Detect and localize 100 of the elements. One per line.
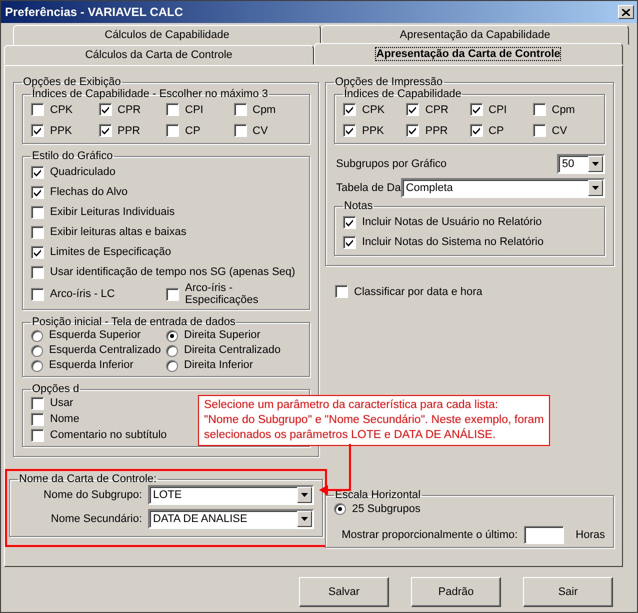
radio-label: 25 Subgrupos: [352, 502, 420, 514]
group-title: Notas: [343, 200, 374, 212]
input-field[interactable]: [524, 526, 564, 544]
checkbox-label: Flechas do Alvo: [50, 186, 128, 198]
radio-label: Esquerda Inferior: [49, 361, 134, 370]
checkbox[interactable]: [98, 124, 112, 137]
checkbox[interactable]: [31, 186, 44, 198]
checkbox-label: Arco-íris - Especificações: [185, 282, 260, 306]
tab[interactable]: Cálculos da Carta de Controle: [4, 45, 314, 65]
checkbox[interactable]: [343, 236, 356, 248]
close-icon: [622, 8, 630, 16]
checkbox[interactable]: [31, 428, 44, 442]
checkbox[interactable]: [234, 124, 246, 137]
checkbox-label: Arco-íris - LC: [50, 288, 115, 300]
group-title: Opções de Impressão: [334, 76, 444, 88]
group-title: Índices de Capabilidade: [343, 88, 462, 100]
checkbox[interactable]: [31, 266, 44, 278]
check-icon: [345, 238, 354, 246]
checkbox-label: Cpm: [252, 104, 276, 116]
checkbox[interactable]: [343, 103, 356, 116]
radio-button[interactable]: [166, 344, 178, 356]
radio-label: Esquerda Centralizado: [49, 346, 161, 355]
dropdown[interactable]: Completa: [400, 178, 605, 198]
group-title: Índices de Capabilidade - Escolher no máximo 3: [31, 88, 270, 100]
check-icon: [100, 105, 110, 114]
check-icon: [33, 126, 42, 135]
close-button[interactable]: [618, 5, 634, 19]
checkbox[interactable]: [166, 124, 179, 137]
checkbox-label: CPR: [118, 104, 141, 116]
checkbox[interactable]: [31, 226, 44, 238]
dropdown[interactable]: LOTE: [148, 485, 314, 505]
checkbox-label: Exibir Leituras Individuais: [50, 206, 175, 218]
radio-button[interactable]: [31, 360, 43, 372]
check-icon: [345, 126, 354, 135]
checkbox[interactable]: [406, 103, 420, 116]
checkbox[interactable]: [532, 103, 546, 116]
checkbox[interactable]: [470, 103, 482, 116]
checkbox-label: CPK: [50, 104, 73, 116]
tab[interactable]: Cálculos de Capabilidade: [13, 25, 321, 45]
checkbox[interactable]: [166, 288, 179, 300]
field-label: Mostrar proporcionalmente o último:: [342, 529, 518, 541]
checkbox[interactable]: [31, 103, 44, 116]
checkbox[interactable]: [343, 124, 356, 137]
checkbox-label: Classificar por data e hora: [354, 286, 482, 298]
check-icon: [408, 126, 418, 135]
checkbox-label: CPI: [185, 104, 204, 116]
dialog-button[interactable]: Padrão: [411, 577, 501, 607]
checkbox-label: Quadriculado: [50, 166, 116, 178]
group-title: Opções d: [31, 383, 80, 395]
checkbox[interactable]: [166, 103, 179, 116]
checkbox[interactable]: [31, 166, 44, 178]
checkbox-label: CP: [488, 124, 504, 136]
checkbox[interactable]: [98, 103, 112, 116]
check-icon: [472, 126, 480, 135]
checkbox[interactable]: [470, 124, 482, 137]
radio-label: Direita Inferior: [184, 361, 254, 370]
group-title: Nome da Carta de Controle:: [18, 473, 158, 485]
checkbox-label: PPK: [362, 124, 384, 136]
checkbox-label: Comentario no subtítulo: [50, 429, 167, 441]
checkbox[interactable]: [532, 124, 546, 137]
checkbox[interactable]: [31, 396, 44, 410]
check-icon: [345, 105, 354, 114]
check-icon: [33, 188, 42, 196]
dropdown[interactable]: DATA DE ANALISE: [148, 509, 314, 529]
field-label: Tabela de Da: [336, 182, 401, 194]
checkbox[interactable]: [31, 206, 44, 218]
unit-label: Horas: [576, 529, 605, 541]
checkbox[interactable]: [343, 216, 356, 228]
group-title: Opções de Exibição: [22, 76, 122, 88]
check-icon: [33, 168, 42, 176]
radio-button[interactable]: [31, 330, 43, 342]
dropdown[interactable]: 50: [557, 154, 605, 174]
checkbox-label: CP: [185, 124, 200, 136]
check-icon: [33, 248, 42, 256]
radio-button[interactable]: [166, 360, 178, 372]
check-icon: [345, 218, 354, 226]
dialog-button[interactable]: Sair: [523, 577, 613, 607]
tab[interactable]: Apresentação da Capabilidade: [321, 25, 629, 45]
checkbox-label: Incluir Notas de Usuário no Relatório: [362, 216, 542, 228]
checkbox[interactable]: [31, 412, 44, 426]
checkbox-label: Usar: [50, 397, 74, 409]
checkbox-label: Cpm: [552, 104, 575, 116]
checkbox-label: PPK: [50, 124, 72, 136]
dialog-button[interactable]: Salvar: [299, 577, 389, 607]
radio-button[interactable]: [334, 502, 346, 514]
checkbox[interactable]: [31, 288, 44, 300]
checkbox[interactable]: [234, 103, 246, 116]
radio-button[interactable]: [166, 330, 178, 342]
radio-button[interactable]: [31, 344, 43, 356]
checkbox-label: PPR: [118, 124, 140, 136]
checkbox[interactable]: [31, 124, 44, 137]
check-icon: [408, 105, 418, 114]
checkbox-label: CV: [552, 124, 568, 136]
checkbox[interactable]: [335, 285, 348, 298]
tab[interactable]: Apresentação da Carta de Controle: [314, 43, 623, 65]
checkbox-label: PPR: [425, 124, 448, 136]
checkbox[interactable]: [406, 124, 420, 137]
checkbox[interactable]: [31, 246, 44, 258]
callout-note: Selecione um parâmetro da característica para cada lista: "Nome do Subgrupo" e "Nome Secundário". Neste exemplo, foram selecionados os parâmetros LOTE e DATA DE ANÁLISE.: [198, 395, 550, 446]
radio-label: Direita Centralizado: [184, 346, 281, 355]
